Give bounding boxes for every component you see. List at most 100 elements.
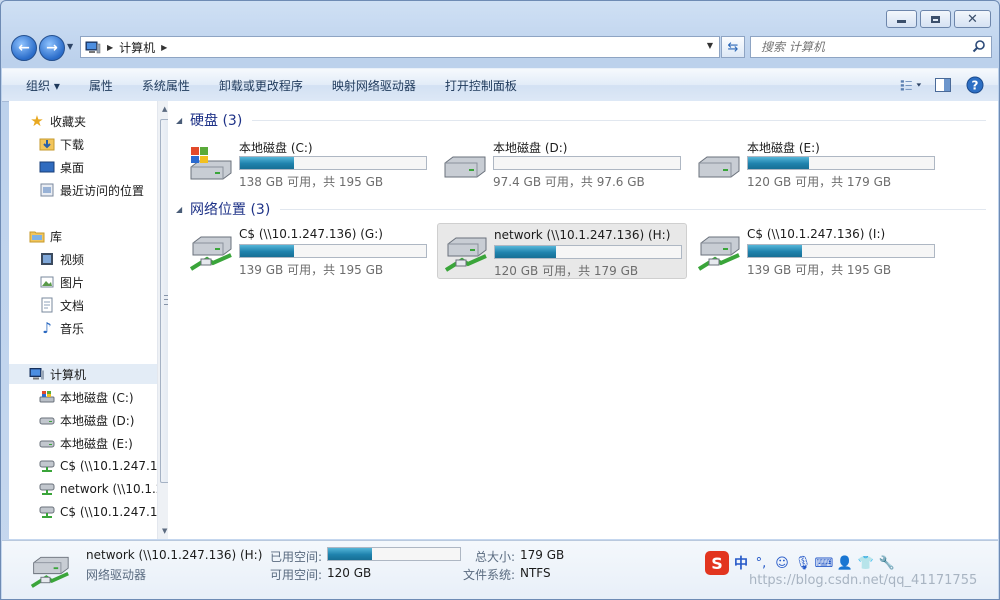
nav-drive-c[interactable]: 本地磁盘 (C:) xyxy=(39,387,157,407)
drive-name: C$ (\\10.1.247.136) (G:) xyxy=(239,227,383,241)
drive-tile-g[interactable]: C$ (\\10.1.247.136) (G:) 139 GB 可用，共 195… xyxy=(183,223,431,277)
nav-label: 本地磁盘 (C:) xyxy=(60,390,134,405)
forward-button[interactable]: → xyxy=(39,35,65,61)
address-bar[interactable]: ▶ 计算机 ▶ ▼ xyxy=(80,36,720,58)
details-drive-type: 网络驱动器 xyxy=(86,568,147,582)
maximize-button[interactable] xyxy=(920,10,951,28)
drive-usage-bar xyxy=(747,156,935,170)
scroll-up-icon[interactable]: ▲ xyxy=(162,105,167,113)
open-control-panel-button[interactable]: 打开控制面板 xyxy=(430,77,531,94)
close-icon: ✕ xyxy=(967,11,978,27)
punctuation-icon[interactable]: °, xyxy=(753,555,769,571)
command-bar: 组织 ▾ 属性 系统属性 卸载或更改程序 映射网络驱动器 打开控制面板 ? xyxy=(2,68,998,102)
hard-drive-icon xyxy=(39,435,55,451)
nav-downloads[interactable]: 下载 xyxy=(39,134,157,154)
total-size-label: 总大小: xyxy=(475,550,516,564)
nav-documents[interactable]: 文档 xyxy=(39,295,157,315)
skin-shirt-icon[interactable]: 👕 xyxy=(858,555,874,571)
scroll-down-icon[interactable]: ▼ xyxy=(162,527,167,535)
nav-favorites[interactable]: ★ 收藏夹 xyxy=(29,111,86,131)
network-drive-icon xyxy=(444,237,487,272)
sogou-logo-icon[interactable]: S xyxy=(705,551,729,575)
properties-button[interactable]: 属性 xyxy=(74,77,127,94)
details-usage-fill xyxy=(328,548,372,560)
emoji-icon[interactable]: ☺ xyxy=(774,555,790,571)
nav-drive-h[interactable]: network (\\10.1.247.136) (H:) xyxy=(39,479,157,499)
nav-label: 下载 xyxy=(60,137,85,152)
group-hard-disks[interactable]: ◢ 硬盘 (3) xyxy=(176,110,986,130)
pictures-icon xyxy=(39,274,55,290)
nav-videos[interactable]: 视频 xyxy=(39,249,157,269)
minimize-icon xyxy=(897,20,906,23)
uninstall-programs-button[interactable]: 卸载或更改程序 xyxy=(204,77,317,94)
drive-usage-bar xyxy=(494,245,682,259)
drive-tile-h[interactable]: network (\\10.1.247.136) (H:) 120 GB 可用，… xyxy=(437,223,687,279)
nav-recent-places[interactable]: 最近访问的位置 xyxy=(39,180,157,200)
collapse-triangle-icon[interactable]: ◢ xyxy=(176,116,190,125)
refresh-button[interactable]: ⇆ xyxy=(721,36,745,58)
drive-tile-c[interactable]: 本地磁盘 (C:) 138 GB 可用，共 195 GB xyxy=(183,135,431,189)
nav-drive-g[interactable]: C$ (\\10.1.247.136) (G:) xyxy=(39,456,157,476)
breadcrumb-computer[interactable]: 计算机 xyxy=(119,39,155,56)
file-system-value: NTFS xyxy=(520,566,551,580)
drive-free-space: 97.4 GB 可用，共 97.6 GB xyxy=(493,175,645,189)
drive-tile-d[interactable]: 本地磁盘 (D:) 97.4 GB 可用，共 97.6 GB xyxy=(437,135,685,189)
ime-mode-toggle[interactable]: 中 xyxy=(734,553,748,573)
desktop-icon xyxy=(39,159,55,175)
free-space-label: 可用空间: xyxy=(270,568,323,582)
network-drive-icon xyxy=(39,458,55,474)
drive-tile-e[interactable]: 本地磁盘 (E:) 120 GB 可用，共 179 GB xyxy=(691,135,939,189)
keyboard-icon[interactable]: ⌨ xyxy=(815,555,834,571)
refresh-icon: ⇆ xyxy=(727,39,739,55)
nav-label: 文档 xyxy=(60,298,85,313)
group-title: 硬盘 (3) xyxy=(190,113,243,129)
nav-label: 计算机 xyxy=(50,367,87,382)
nav-computer[interactable]: 计算机 xyxy=(9,364,169,384)
network-drive-icon xyxy=(39,481,55,497)
wrench-icon[interactable]: 🔧 xyxy=(879,555,895,571)
preview-pane-button[interactable] xyxy=(932,75,954,95)
user-icon[interactable]: 👤 xyxy=(837,555,853,571)
address-dropdown[interactable]: ▼ xyxy=(707,41,713,50)
hard-drive-icon xyxy=(698,156,740,178)
search-icon[interactable] xyxy=(972,39,986,53)
close-button[interactable]: ✕ xyxy=(954,10,991,28)
map-network-drive-button[interactable]: 映射网络驱动器 xyxy=(317,77,430,94)
nav-label: C$ (\\10.1.247.136) (I:) xyxy=(60,505,157,519)
maximize-icon xyxy=(931,15,940,23)
search-input[interactable] xyxy=(759,39,973,55)
nav-pictures[interactable]: 图片 xyxy=(39,272,157,292)
breadcrumb-separator-icon[interactable]: ▶ xyxy=(107,43,113,52)
group-divider xyxy=(252,119,986,121)
drive-name: 本地磁盘 (C:) xyxy=(239,141,313,155)
drive-tile-i[interactable]: C$ (\\10.1.247.136) (I:) 139 GB 可用，共 195… xyxy=(691,223,939,277)
nav-drive-e[interactable]: 本地磁盘 (E:) xyxy=(39,433,157,453)
nav-drive-d[interactable]: 本地磁盘 (D:) xyxy=(39,410,157,430)
drive-free-space: 138 GB 可用，共 195 GB xyxy=(239,175,384,189)
nav-drive-i[interactable]: C$ (\\10.1.247.136) (I:) xyxy=(39,502,157,522)
drive-free-space: 120 GB 可用，共 179 GB xyxy=(747,175,892,189)
breadcrumb-separator-icon[interactable]: ▶ xyxy=(161,43,167,52)
collapse-triangle-icon[interactable]: ◢ xyxy=(176,205,190,214)
change-view-button[interactable] xyxy=(900,75,922,95)
drive-usage-bar xyxy=(493,156,681,170)
group-network-locations[interactable]: ◢ 网络位置 (3) xyxy=(176,199,986,219)
recent-pages-dropdown[interactable]: ▼ xyxy=(67,42,73,51)
microphone-icon[interactable]: 🎙 xyxy=(795,555,812,571)
nav-music[interactable]: ♪ 音乐 xyxy=(39,318,157,338)
file-system-label: 文件系统: xyxy=(463,568,516,582)
drive-name: 本地磁盘 (D:) xyxy=(493,141,568,155)
organize-menu[interactable]: 组织 ▾ xyxy=(2,77,74,94)
star-icon: ★ xyxy=(30,112,44,130)
svg-text:?: ? xyxy=(972,79,979,93)
minimize-button[interactable] xyxy=(886,10,917,28)
help-button[interactable]: ? xyxy=(964,75,986,95)
library-icon xyxy=(29,228,45,244)
nav-label: 桌面 xyxy=(60,160,85,175)
system-properties-button[interactable]: 系统属性 xyxy=(127,77,204,94)
total-size-value: 179 GB xyxy=(520,548,565,562)
back-button[interactable]: ← xyxy=(11,35,37,61)
search-box[interactable] xyxy=(750,36,992,58)
nav-desktop[interactable]: 桌面 xyxy=(39,157,157,177)
nav-libraries[interactable]: 库 xyxy=(29,226,62,246)
